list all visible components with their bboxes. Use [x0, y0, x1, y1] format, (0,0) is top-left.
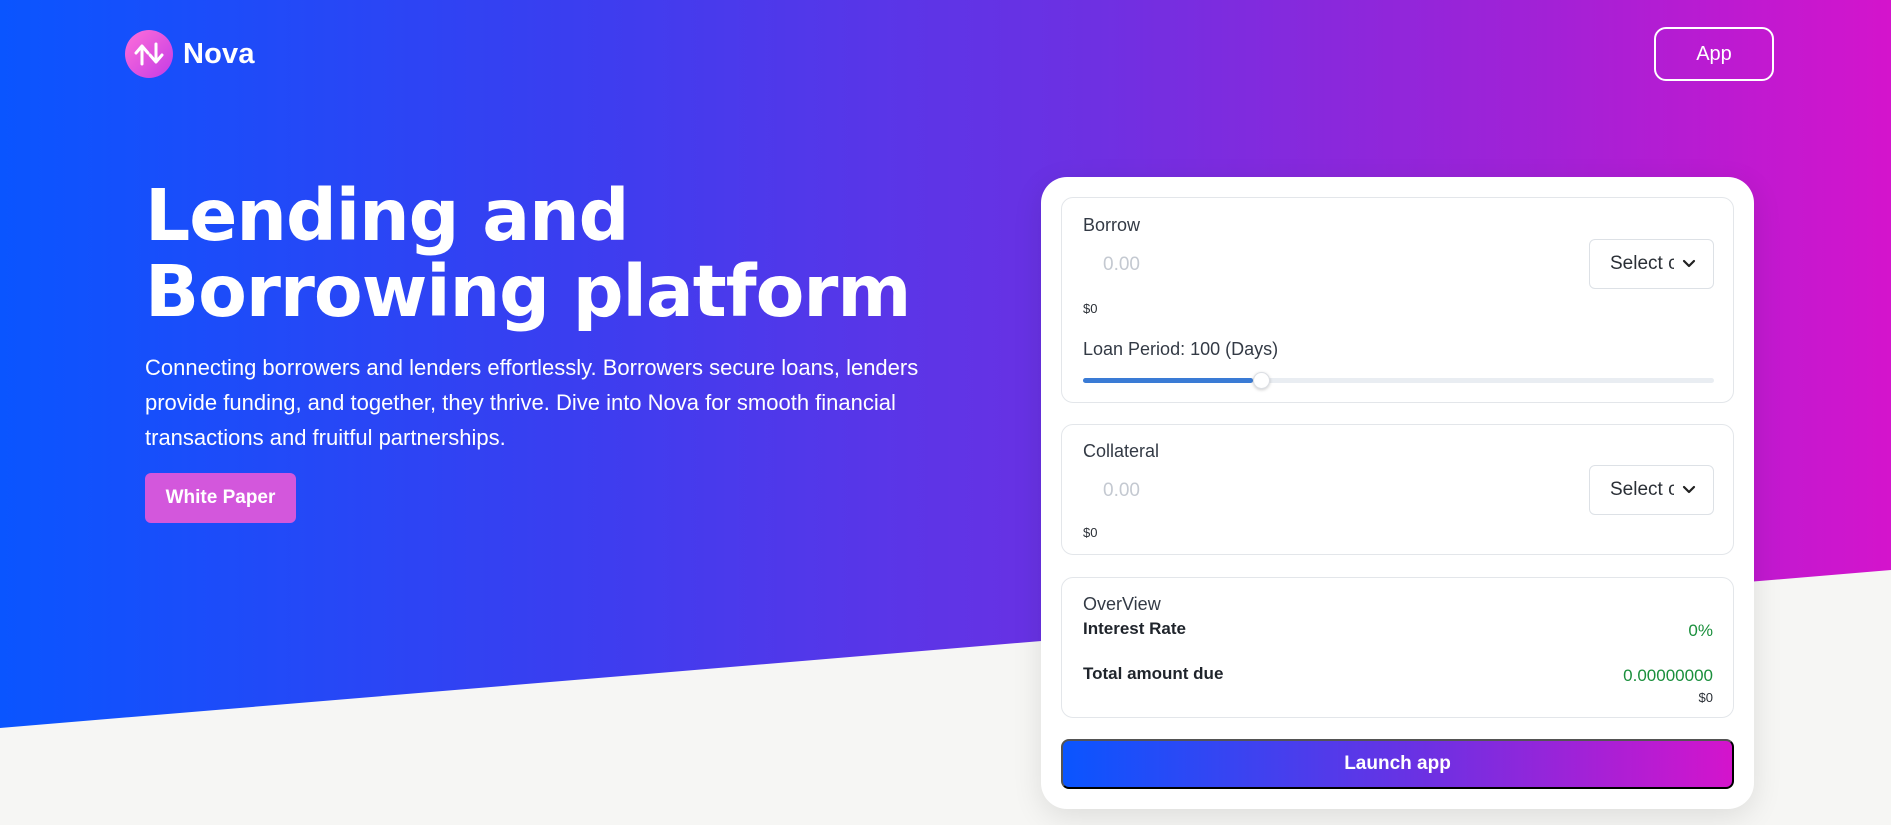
app-button[interactable]: App [1654, 27, 1774, 81]
borrow-amount-input[interactable] [1083, 245, 1543, 285]
slider-fill [1083, 378, 1254, 383]
brand-name: Nova [183, 37, 255, 70]
loan-card: Borrow Select coin $0 Loan Period: 100 (… [1041, 177, 1754, 809]
slider-thumb[interactable] [1253, 372, 1271, 389]
borrow-coin-select[interactable]: Select coin [1589, 239, 1714, 289]
overview-title: OverView [1083, 594, 1161, 614]
interest-rate-value: 0% [1688, 621, 1713, 640]
hero-title-line1: Lending and [145, 174, 629, 257]
chevron-down-icon [1682, 485, 1696, 494]
swap-arrows-icon [125, 30, 173, 78]
borrow-label: Borrow [1083, 215, 1141, 235]
top-nav: Nova App [0, 0, 1891, 110]
collateral-coin-select[interactable]: Select coin [1589, 465, 1714, 515]
loan-period-slider[interactable] [1083, 372, 1714, 389]
chevron-down-icon [1682, 259, 1696, 268]
total-due-usd: $0 [1698, 690, 1713, 705]
collateral-label: Collateral [1083, 441, 1160, 461]
hero-title: Lending and Borrowing platform [145, 178, 965, 330]
borrow-coin-select-label: Select coin [1610, 253, 1674, 274]
total-due-label: Total amount due [1083, 664, 1224, 683]
collateral-coin-select-label: Select coin [1610, 479, 1674, 500]
collateral-usd-value: $0 [1083, 525, 1098, 540]
brand-logo[interactable]: Nova [125, 30, 255, 78]
total-due-value: 0.00000000 [1623, 666, 1713, 685]
overview-panel: OverView Interest Rate 0% Total amount d… [1061, 577, 1734, 718]
white-paper-button[interactable]: White Paper [145, 473, 296, 523]
loan-period-label: Loan Period: 100 (Days) [1083, 339, 1279, 359]
hero-description: Connecting borrowers and lenders effortl… [145, 355, 919, 450]
borrow-panel: Borrow Select coin $0 Loan Period: 100 (… [1061, 197, 1734, 403]
hero-title-line2: Borrowing platform [145, 250, 911, 333]
borrow-usd-value: $0 [1083, 301, 1098, 316]
launch-app-button[interactable]: Launch app [1061, 739, 1734, 789]
interest-rate-label: Interest Rate [1083, 619, 1186, 638]
collateral-panel: Collateral Select coin $0 [1061, 424, 1734, 555]
collateral-amount-input[interactable] [1083, 471, 1543, 511]
